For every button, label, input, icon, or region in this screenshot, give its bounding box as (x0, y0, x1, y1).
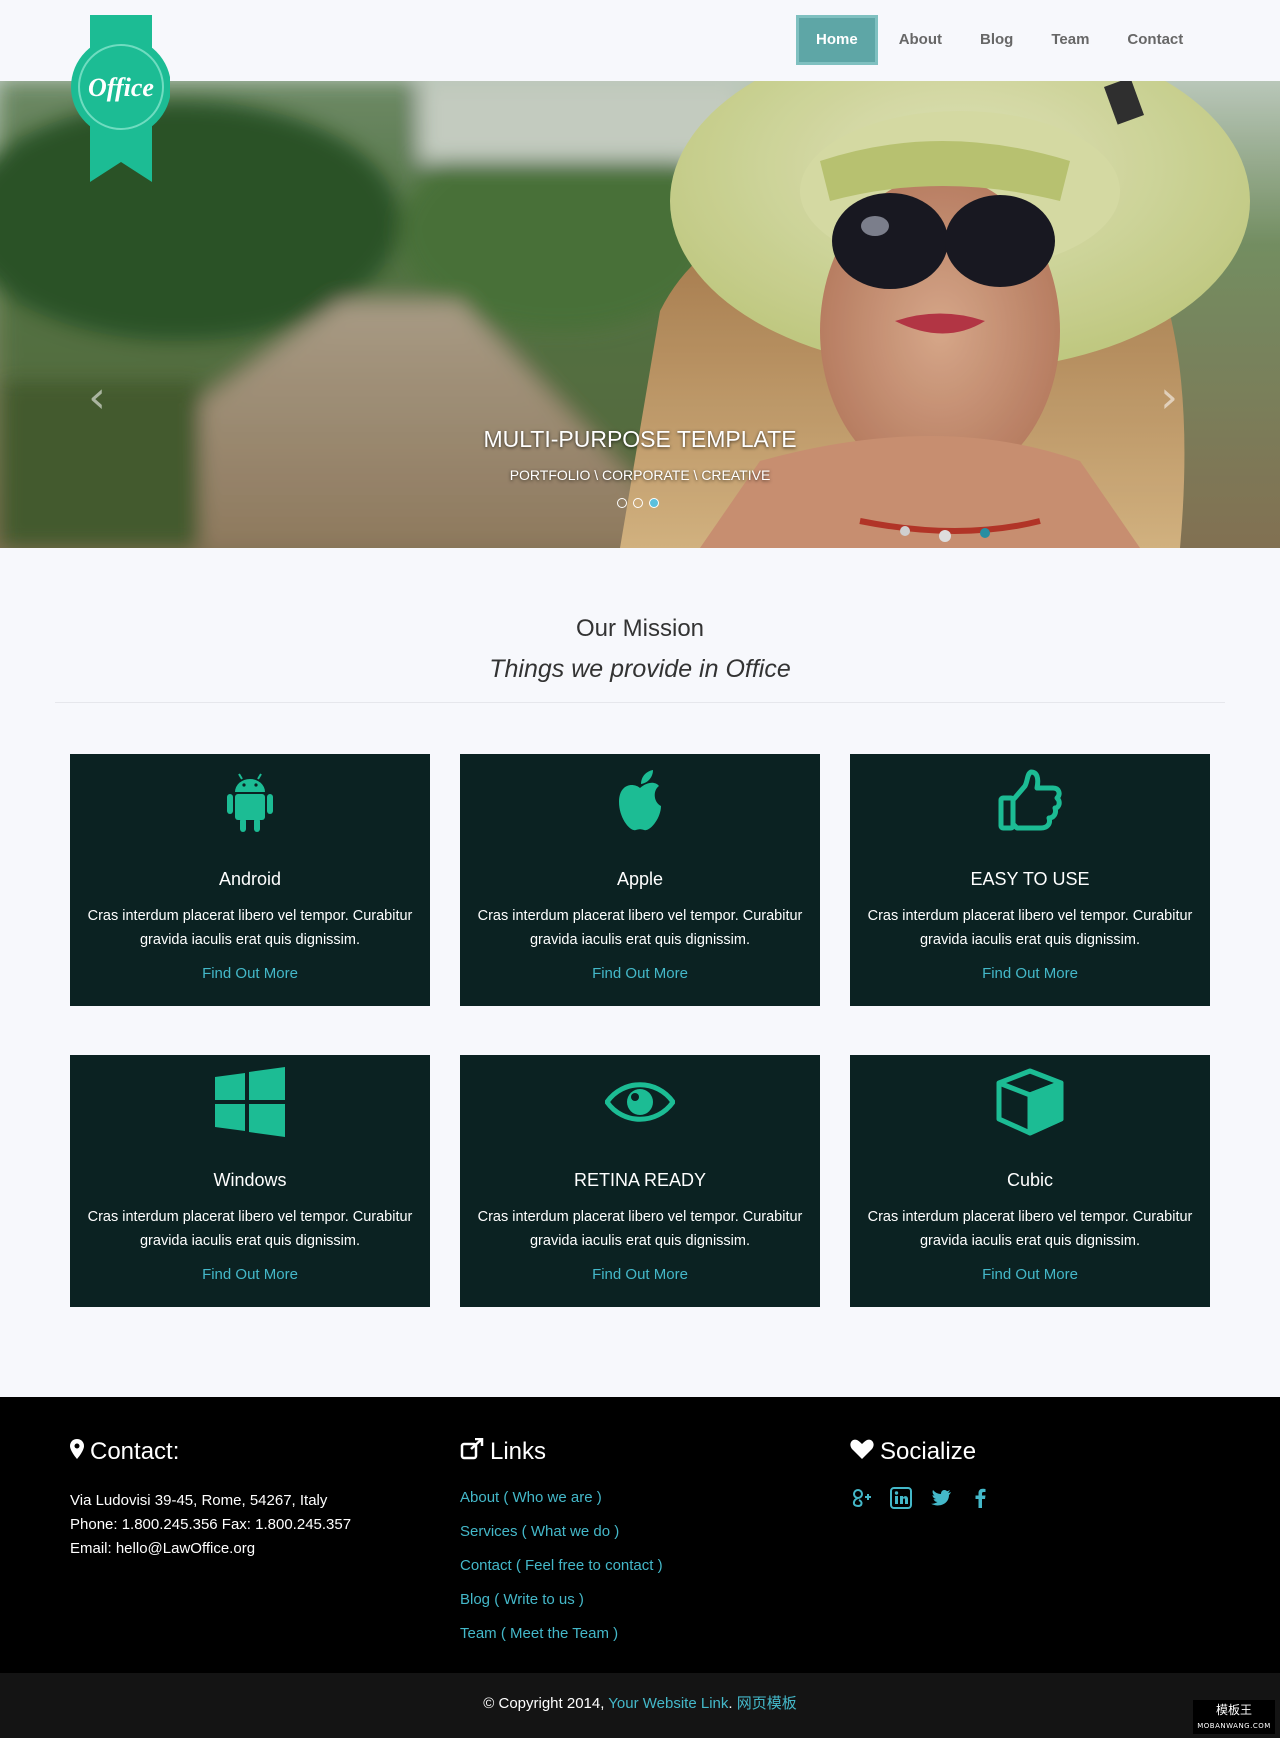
footer-link-contact[interactable]: Contact ( Feel free to contact ) (460, 1549, 663, 1583)
card-title: Apple (616, 869, 664, 889)
footer-heading-links: Links (490, 1438, 547, 1465)
copyright-text: © Copyright 2014, (483, 1695, 609, 1712)
card-description: Cras interdum placerat libero vel tempor… (87, 1209, 413, 1249)
find-out-more-link[interactable]: Find Out More (70, 1266, 430, 1283)
find-out-more-link[interactable]: Find Out More (70, 965, 430, 982)
copyright-separator: . (728, 1695, 737, 1712)
contact-email: Email: hello@LawOffice.org (70, 1540, 256, 1557)
card-description: Cras interdum placerat libero vel tempor… (477, 1209, 803, 1249)
footer-link-blog[interactable]: Blog ( Write to us ) (460, 1583, 663, 1617)
feature-card-easy-to-use: EASY TO USE Cras interdum placerat liber… (850, 754, 1210, 1006)
card-description: Cras interdum placerat libero vel tempor… (477, 908, 803, 948)
apple-icon (605, 766, 675, 836)
watermark-domain: MOBANWANG.COM (1197, 1722, 1271, 1730)
android-icon (215, 766, 285, 836)
twitter-icon[interactable] (930, 1487, 952, 1509)
feature-card-retina-ready: RETINA READY Cras interdum placerat libe… (460, 1055, 820, 1307)
facebook-icon[interactable] (970, 1487, 992, 1509)
slider-dot[interactable] (633, 498, 643, 508)
google-plus-icon[interactable] (850, 1487, 872, 1509)
linkedin-icon[interactable] (890, 1487, 912, 1509)
hero-title: MULTI-PURPOSE TEMPLATE (483, 426, 797, 452)
logo-text: Office (88, 73, 154, 102)
main-nav: Home About Blog Team Contact (796, 15, 1202, 65)
footer-contact: Contact: Via Ludovisi 39-45, Rome, 54267… (70, 1437, 351, 1561)
feature-card-windows: Windows Cras interdum placerat libero ve… (70, 1055, 430, 1307)
find-out-more-link[interactable]: Find Out More (460, 1266, 820, 1283)
windows-icon (215, 1067, 285, 1137)
site-footer: Contact: Via Ludovisi 39-45, Rome, 54267… (0, 1397, 1280, 1673)
footer-link-services[interactable]: Services ( What we do ) (460, 1515, 663, 1549)
card-description: Cras interdum placerat libero vel tempor… (867, 908, 1193, 948)
slider-indicators (617, 498, 659, 508)
contact-address: Via Ludovisi 39-45, Rome, 54267, Italy (70, 1492, 328, 1509)
footer-link-about[interactable]: About ( Who we are ) (460, 1481, 663, 1515)
card-title: Windows (213, 1170, 287, 1190)
watermark-text: 模板王 (1215, 1703, 1252, 1717)
watermark-logo: 模板王 MOBANWANG.COM (1193, 1700, 1275, 1734)
mission-title: Our Mission (575, 615, 705, 642)
card-description: Cras interdum placerat libero vel tempor… (867, 1209, 1193, 1249)
footer-heading-socialize: Socialize (880, 1438, 977, 1465)
nav-team[interactable]: Team (1032, 15, 1108, 65)
map-marker-icon (70, 1438, 84, 1466)
card-description: Cras interdum placerat libero vel tempor… (87, 908, 413, 948)
thumbs-up-icon (995, 766, 1065, 836)
site-header: Home About Blog Team Contact (0, 0, 1280, 81)
card-title: EASY TO USE (970, 869, 1090, 889)
feature-card-cubic: Cubic Cras interdum placerat libero vel … (850, 1055, 1210, 1307)
find-out-more-link[interactable]: Find Out More (460, 965, 820, 982)
nav-about[interactable]: About (880, 15, 961, 65)
website-link[interactable]: Your Website Link (608, 1695, 728, 1712)
slider-dot[interactable] (617, 498, 627, 508)
template-link[interactable]: 网页模板 (737, 1695, 797, 1712)
contact-phone: Phone: 1.800.245.356 Fax: 1.800.245.357 (70, 1516, 352, 1533)
copyright-bar: © Copyright 2014, Your Website Link. 网页模… (0, 1673, 1280, 1738)
cube-icon (995, 1067, 1065, 1137)
slider-next-arrow[interactable]: › (1154, 376, 1184, 420)
feature-card-apple: Apple Cras interdum placerat libero vel … (460, 754, 820, 1006)
slider-prev-arrow[interactable]: ‹ (82, 376, 112, 420)
heart-icon (850, 1438, 874, 1466)
footer-heading-contact: Contact: (90, 1438, 180, 1465)
find-out-more-link[interactable]: Find Out More (850, 1266, 1210, 1283)
divider (55, 702, 1225, 703)
find-out-more-link[interactable]: Find Out More (850, 965, 1210, 982)
footer-social: Socialize (850, 1437, 992, 1509)
external-link-icon (460, 1437, 484, 1467)
nav-contact[interactable]: Contact (1108, 15, 1202, 65)
mission-subtitle: Things we provide in Office (489, 655, 791, 683)
card-title: RETINA READY (573, 1170, 707, 1190)
slider-dot-active[interactable] (649, 498, 659, 508)
card-title: Cubic (1006, 1170, 1054, 1190)
nav-home[interactable]: Home (796, 15, 878, 65)
eye-icon (603, 1067, 677, 1137)
nav-blog[interactable]: Blog (961, 15, 1032, 65)
feature-card-android: Android Cras interdum placerat libero ve… (70, 754, 430, 1006)
footer-link-team[interactable]: Team ( Meet the Team ) (460, 1617, 663, 1651)
hero-slider: ‹ › MULTI-PURPOSE TEMPLATE PORTFOLIO \ C… (0, 81, 1280, 548)
card-title: Android (218, 869, 282, 889)
logo[interactable]: Office (70, 15, 171, 182)
hero-subtitle: PORTFOLIO \ CORPORATE \ CREATIVE (509, 467, 771, 483)
footer-links: Links About ( Who we are ) Services ( Wh… (460, 1437, 663, 1651)
